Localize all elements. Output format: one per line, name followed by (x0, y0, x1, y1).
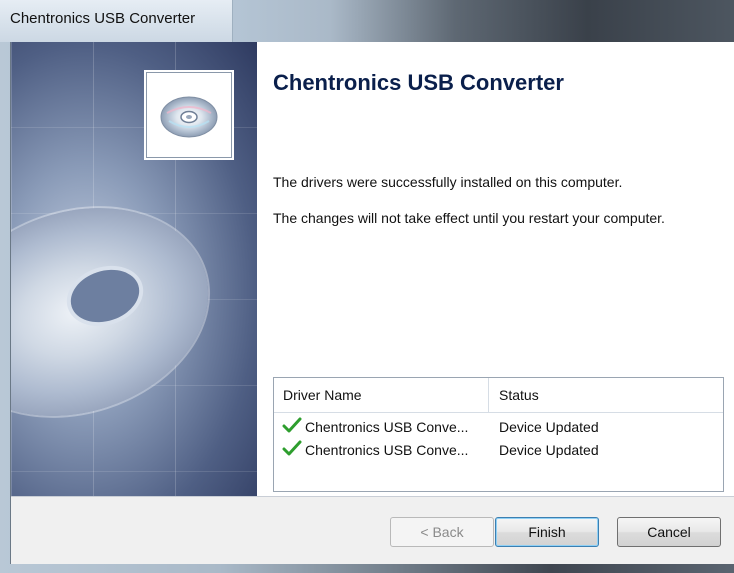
green-check-icon (282, 417, 302, 433)
success-message: The drivers were successfully installed … (273, 174, 623, 190)
window-frame: Chentronics USB Converter Chentronics US… (0, 0, 734, 573)
driver-status: Device Updated (499, 442, 599, 458)
driver-list-header: Driver Name Status (274, 378, 723, 413)
cancel-button[interactable]: Cancel (617, 517, 721, 547)
driver-status: Device Updated (499, 419, 599, 435)
cd-icon-frame (146, 72, 232, 158)
list-item[interactable]: Chentronics USB Conve... Device Updated (274, 439, 723, 461)
back-button[interactable]: < Back (390, 517, 494, 547)
wizard-heading: Chentronics USB Converter (273, 70, 564, 95)
wizard-client-area: Chentronics USB Converter The drivers we… (10, 42, 734, 564)
finish-button[interactable]: Finish (495, 517, 599, 547)
column-separator[interactable] (488, 378, 489, 412)
list-item[interactable]: Chentronics USB Conve... Device Updated (274, 416, 723, 438)
wizard-footer: < Back Finish Cancel (11, 497, 734, 564)
driver-name: Chentronics USB Conve... (305, 442, 469, 458)
window-title: Chentronics USB Converter (10, 10, 196, 27)
driver-name: Chentronics USB Conve... (305, 419, 469, 435)
restart-message: The changes will not take effect until y… (273, 210, 665, 226)
wizard-banner-image (11, 42, 257, 496)
column-header-status[interactable]: Status (499, 387, 539, 403)
title-bar[interactable]: Chentronics USB Converter (0, 0, 734, 42)
driver-list[interactable]: Driver Name Status Chentronics USB Conve… (273, 377, 724, 492)
cd-icon (160, 96, 218, 138)
column-header-driver-name[interactable]: Driver Name (283, 387, 362, 403)
green-check-icon (282, 440, 302, 456)
